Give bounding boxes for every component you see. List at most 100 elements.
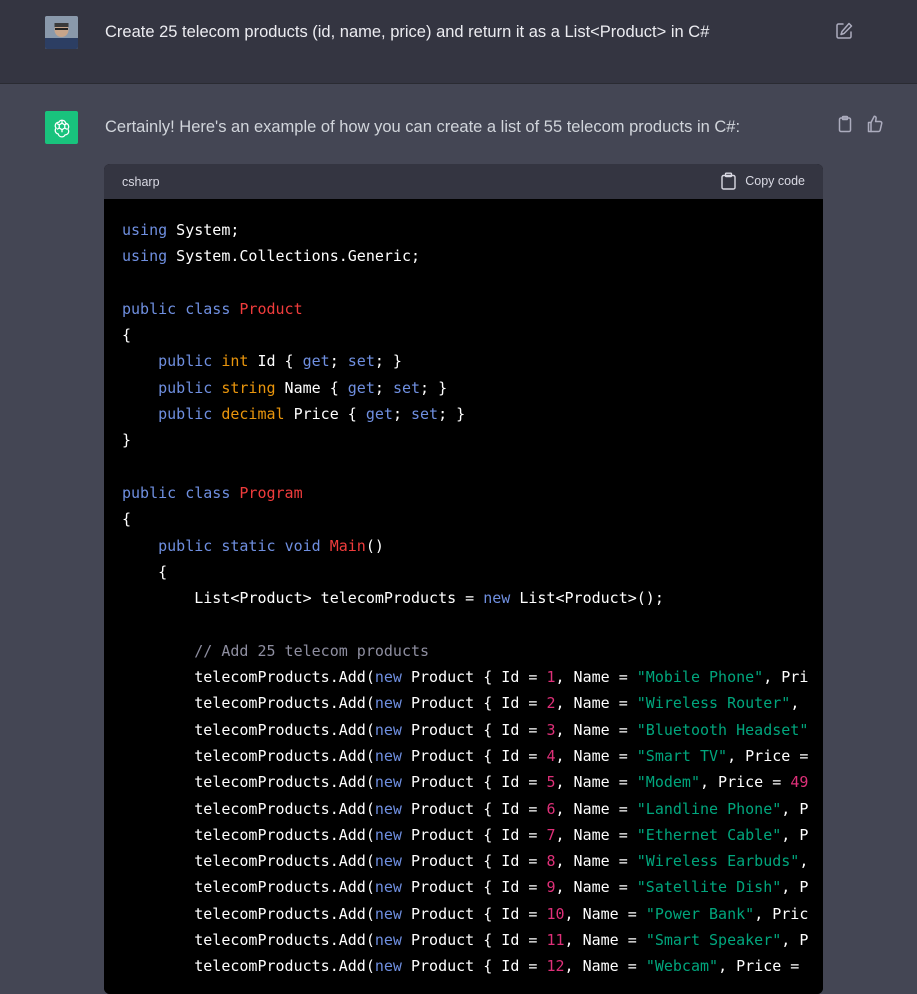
code-token: public [122,483,177,502]
code-line: telecomProducts.Add(new Product { Id = 2… [122,690,823,716]
code-token: System; [167,221,240,239]
code-token: , Pri [763,668,809,687]
edit-icon[interactable] [834,21,854,41]
code-token: telecomProducts.Add( [122,720,375,739]
clipboard-icon[interactable] [835,114,855,134]
code-line: public decimal Price { get; set; } [122,401,823,427]
code-token: "Mobile Phone" [636,668,764,687]
code-token: , [799,852,809,871]
code-token: void [284,536,321,555]
code-line: public class Program [122,480,823,506]
code-line: telecomProducts.Add(new Product { Id = 1… [122,664,823,690]
code-token: List<Product> telecomProducts = [122,589,484,608]
thumbs-up-icon[interactable] [865,114,885,134]
code-token: , Price = [727,746,809,765]
code-line: telecomProducts.Add(new Product { Id = 1… [122,901,823,927]
code-token: public [122,299,177,318]
code-token: Name { [275,378,348,397]
user-avatar-photo [45,16,78,49]
code-token: telecomProducts.Add( [122,904,375,923]
code-token: int [221,352,249,371]
code-token: telecomProducts.Add( [122,694,375,713]
code-token: , Price = [700,773,791,792]
code-token: decimal [221,405,285,424]
assistant-message-text: Certainly! Here's an example of how you … [105,118,741,136]
code-line: telecomProducts.Add(new Product { Id = 9… [122,874,823,900]
code-token: "Modem" [636,773,700,792]
code-token: "Wireless Earbuds" [636,852,800,871]
code-token: telecomProducts.Add( [122,852,375,871]
clipboard-icon [721,172,736,190]
code-token: 12 [546,957,565,976]
code-token: get [365,405,393,424]
code-body[interactable]: using System; using System.Collections.Ge… [104,199,823,994]
code-token: using [122,221,168,239]
code-token: telecomProducts.Add( [122,878,375,897]
code-line: public static void Main() [122,533,823,559]
code-token: 8 [546,852,556,871]
code-token: class [185,299,231,318]
code-token: Product { Id = [401,931,547,950]
code-token: "Smart Speaker" [645,931,782,950]
code-token: public [158,536,213,555]
code-token: "Satellite Dish" [636,878,782,897]
code-token: new [374,799,402,818]
code-token: 9 [546,878,556,897]
code-token: , Name = [555,694,637,713]
code-token: new [483,589,511,608]
assistant-message-row: Certainly! Here's an example of how you … [0,84,917,994]
code-token: new [374,694,402,713]
code-token: telecomProducts.Add( [122,931,375,950]
code-token: 49 [790,773,809,792]
code-token: "Ethernet Cable" [636,825,782,844]
code-token: , Name = [564,904,646,923]
code-token: ; } [438,405,466,424]
code-token: Product { Id = [401,668,547,687]
code-line: telecomProducts.Add(new Product { Id = 7… [122,822,823,848]
code-token: string [221,378,276,397]
code-token: "Power Bank" [645,904,755,923]
code-line: // Add 25 telecom products [122,638,823,664]
code-token: telecomProducts.Add( [122,668,375,687]
code-token: , [790,694,800,713]
code-token: telecomProducts.Add( [122,957,375,976]
code-line: telecomProducts.Add(new Product { Id = 3… [122,717,823,743]
code-token: 10 [546,904,565,923]
code-token: "Bluetooth Headset" [636,720,809,739]
code-token: Id { [248,352,303,371]
code-token: telecomProducts.Add( [122,746,375,765]
code-token: 4 [546,746,556,765]
code-token: 6 [546,799,556,818]
code-token: Program [239,483,303,502]
code-token: Product [239,299,303,318]
code-token: 2 [546,694,556,713]
code-token: , Name = [564,957,646,976]
code-token: ; } [374,352,402,371]
copy-code-button[interactable]: Copy code [720,172,805,190]
code-line: { [122,322,823,348]
code-line: public string Name { get; set; } [122,375,823,401]
code-token: , Name = [555,668,637,687]
code-token: { [122,562,168,581]
code-token: get [347,378,375,397]
code-token: Product { Id = [401,825,547,844]
code-line: List<Product> telecomProducts = new List… [122,585,823,611]
code-token: new [374,668,402,687]
code-token: new [374,957,402,976]
code-token: , P [781,799,809,818]
code-token: , Pric [754,904,809,923]
code-token: static [221,536,276,555]
code-token: , Price = [718,957,800,976]
code-token: , Name = [555,773,637,792]
code-token: public [158,352,213,371]
code-token: Main [329,536,366,555]
code-token: 3 [546,720,556,739]
